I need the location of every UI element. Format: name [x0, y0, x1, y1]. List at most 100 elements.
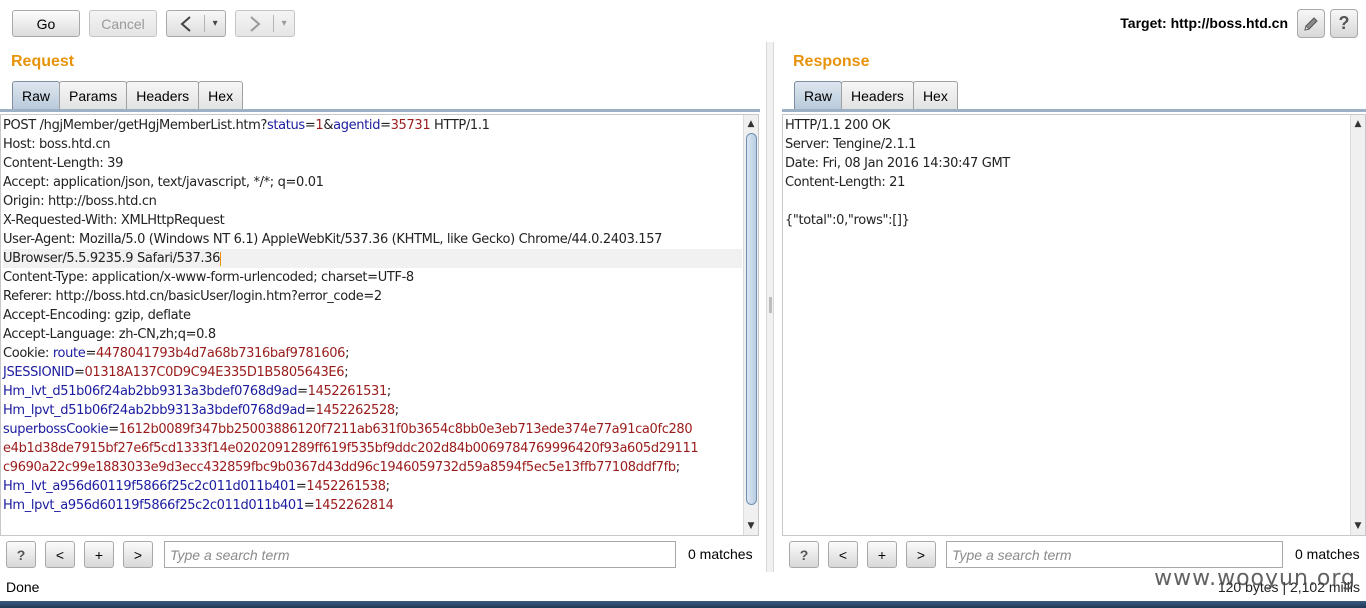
- request-line: Content-Type: application/x-www-form-url…: [3, 268, 742, 287]
- request-search-input[interactable]: [164, 541, 676, 568]
- request-search-next-button[interactable]: >: [123, 541, 153, 568]
- next-icon: >: [133, 546, 143, 563]
- request-line: Content-Length: 39: [3, 154, 742, 173]
- response-line: HTTP/1.1 200 OK: [785, 116, 1349, 135]
- panel-splitter[interactable]: [766, 42, 774, 572]
- response-tabs: Raw Headers Hex: [794, 81, 958, 110]
- line-text: Accept-Language: zh-CN,zh;q=0.8: [3, 327, 216, 342]
- prev-icon: <: [838, 546, 848, 563]
- edit-target-button[interactable]: [1297, 9, 1325, 38]
- param-value: e4b1d38de7915bf27e6f5cd1333f14e020209128…: [3, 441, 699, 456]
- forward-dropdown-icon[interactable]: ▾: [274, 11, 294, 36]
- request-line: Accept-Language: zh-CN,zh;q=0.8: [3, 325, 742, 344]
- request-lines: POST /hgjMember/getHgjMemberList.htm?sta…: [3, 116, 742, 515]
- request-line: Accept-Encoding: gzip, deflate: [3, 306, 742, 325]
- param-name: agentid: [333, 118, 381, 133]
- target-label: Target: http://boss.htd.cn: [1120, 15, 1288, 31]
- param-value: 1452261538: [306, 479, 386, 494]
- scroll-down-icon[interactable]: ▼: [1351, 519, 1365, 533]
- scroll-thumb[interactable]: [746, 133, 757, 505]
- line-text: Accept: application/json, text/javascrip…: [3, 175, 324, 190]
- line-text: Host: boss.htd.cn: [3, 137, 111, 152]
- line-text: Content-Type: application/x-www-form-url…: [3, 270, 414, 285]
- request-scrollbar[interactable]: ▲ ▼: [743, 115, 758, 535]
- request-line: User-Agent: Mozilla/5.0 (Windows NT 6.1)…: [3, 230, 742, 249]
- watermark: www.wooyun.org: [1154, 566, 1356, 591]
- back-dropdown-icon[interactable]: ▾: [205, 11, 225, 36]
- request-tab-params[interactable]: Params: [59, 81, 128, 110]
- request-line: UBrowser/5.5.9235.9 Safari/537.36: [3, 249, 742, 268]
- response-tab-headers[interactable]: Headers: [841, 81, 914, 110]
- line-text: X-Requested-With: XMLHttpRequest: [3, 213, 225, 228]
- param-name: Hm_lvt_a956d60119f5866f25c2c011d011b401: [3, 479, 296, 494]
- line-text: Referer: http://boss.htd.cn/basicUser/lo…: [3, 289, 382, 304]
- line-text: Origin: http://boss.htd.cn: [3, 194, 157, 209]
- scroll-up-icon[interactable]: ▲: [744, 117, 758, 131]
- request-line: POST /hgjMember/getHgjMemberList.htm?sta…: [3, 116, 742, 135]
- response-line: Content-Length: 21: [785, 173, 1349, 192]
- request-tab-hex[interactable]: Hex: [198, 81, 244, 110]
- request-tab-underline: [0, 109, 760, 112]
- response-tab-underline: [782, 109, 1366, 112]
- cancel-button[interactable]: Cancel: [89, 10, 157, 37]
- help-button[interactable]: ?: [1330, 9, 1358, 38]
- request-search-prev-button[interactable]: <: [45, 541, 75, 568]
- help-icon: ?: [16, 546, 26, 563]
- request-tab-raw[interactable]: Raw: [12, 81, 61, 110]
- request-tab-headers[interactable]: Headers: [126, 81, 200, 110]
- back-button[interactable]: ▾: [166, 10, 226, 37]
- response-line: Date: Fri, 08 Jan 2016 14:30:47 GMT: [785, 154, 1349, 173]
- request-line: Hm_lvt_d51b06f24ab2bb9313a3bdef0768d9ad=…: [3, 382, 742, 401]
- response-search-add-button[interactable]: +: [867, 541, 897, 568]
- line-text: ;: [675, 460, 680, 475]
- response-search-input[interactable]: [946, 541, 1283, 568]
- line-text: {"total":0,"rows":[]}: [785, 213, 910, 228]
- param-name: superbossCookie: [3, 422, 109, 437]
- request-search-add-button[interactable]: +: [84, 541, 114, 568]
- plus-icon: +: [877, 546, 887, 563]
- forward-button[interactable]: ▾: [235, 10, 295, 37]
- request-line: X-Requested-With: XMLHttpRequest: [3, 211, 742, 230]
- request-search-help-button[interactable]: ?: [6, 541, 36, 568]
- response-tab-hex[interactable]: Hex: [912, 81, 958, 110]
- scroll-down-icon[interactable]: ▼: [744, 519, 758, 533]
- line-text: ;: [394, 403, 399, 418]
- plus-icon: +: [94, 546, 104, 563]
- line-text: Accept-Encoding: gzip, deflate: [3, 308, 191, 323]
- response-tab-raw[interactable]: Raw: [794, 81, 843, 110]
- status-text: Done: [6, 579, 40, 595]
- request-line: Cookie: route=4478041793b4d7a68b7316baf9…: [3, 344, 742, 363]
- taskbar: [0, 601, 1366, 608]
- response-search-prev-button[interactable]: <: [828, 541, 858, 568]
- param-value: 1452262814: [314, 498, 394, 513]
- response-matches-count: 0 matches: [1295, 546, 1360, 562]
- param-value: 01318A137C0D9C94E335D1B5805643E6: [84, 365, 345, 380]
- line-text: ;: [344, 365, 349, 380]
- request-line: Hm_lpvt_d51b06f24ab2bb9313a3bdef0768d9ad…: [3, 401, 742, 420]
- param-value: 1452261531: [307, 384, 388, 399]
- response-search-help-button[interactable]: ?: [789, 541, 819, 568]
- line-text: Server: Tengine/2.1.1: [785, 137, 917, 152]
- param-value: 1452262528: [315, 403, 396, 418]
- request-matches-count: 0 matches: [688, 546, 753, 562]
- line-text: =: [295, 479, 307, 494]
- param-value: 4478041793b4d7a68b7316baf9781606: [96, 346, 346, 361]
- request-line: Host: boss.htd.cn: [3, 135, 742, 154]
- help-icon: ?: [1338, 13, 1350, 33]
- line-text: Cookie:: [3, 346, 53, 361]
- response-scrollbar[interactable]: ▲ ▼: [1350, 115, 1365, 535]
- param-value: 35731: [390, 118, 431, 133]
- line-text: =: [108, 422, 119, 437]
- request-line: Referer: http://boss.htd.cn/basicUser/lo…: [3, 287, 742, 306]
- response-editor[interactable]: HTTP/1.1 200 OK Server: Tengine/2.1.1 Date…: [782, 114, 1366, 536]
- response-search-next-button[interactable]: >: [906, 541, 936, 568]
- scroll-up-icon[interactable]: ▲: [1351, 117, 1365, 131]
- forward-arrow-icon: [236, 11, 273, 36]
- go-button[interactable]: Go: [12, 10, 80, 37]
- line-text: POST /hgjMember/getHgjMemberList.htm?: [3, 118, 267, 133]
- request-editor[interactable]: POST /hgjMember/getHgjMemberList.htm?sta…: [0, 114, 759, 536]
- text-cursor: [220, 251, 222, 266]
- back-arrow-icon: [167, 11, 204, 36]
- line-text: =: [380, 118, 391, 133]
- param-name: Hm_lvt_d51b06f24ab2bb9313a3bdef0768d9ad: [3, 384, 298, 399]
